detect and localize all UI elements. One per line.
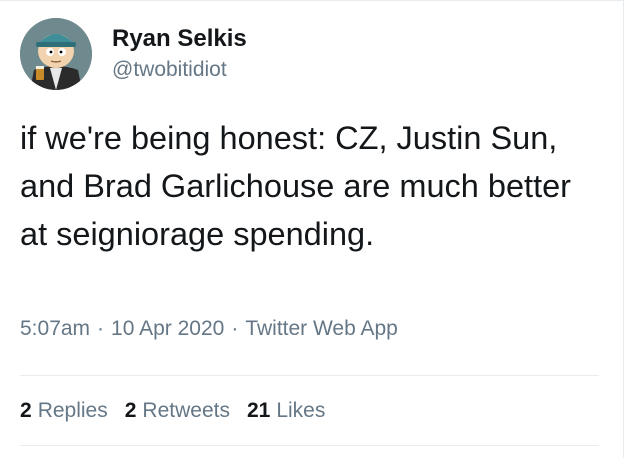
retweets-label: Retweets bbox=[142, 399, 230, 422]
author-name[interactable]: Ryan Selkis bbox=[112, 25, 247, 53]
tweet-date[interactable]: 10 Apr 2020 bbox=[111, 317, 224, 341]
replies-label: Replies bbox=[37, 399, 108, 422]
meta-separator: · bbox=[97, 317, 105, 340]
tweet-source[interactable]: Twitter Web App bbox=[245, 317, 398, 341]
likes-label: Likes bbox=[276, 399, 326, 422]
likes-stat[interactable]: 21 Likes bbox=[247, 399, 325, 423]
author-avatar[interactable] bbox=[20, 18, 92, 90]
tweet-card: Ryan Selkis @twobitidiot if we're being … bbox=[0, 0, 624, 458]
divider bbox=[20, 375, 599, 376]
author-handle[interactable]: @twobitidiot bbox=[112, 58, 227, 82]
cartoon-avatar-icon bbox=[20, 18, 92, 90]
replies-stat[interactable]: 2 Replies bbox=[20, 399, 108, 423]
tweet-meta: 5:07am · 10 Apr 2020 · Twitter Web App bbox=[20, 315, 398, 343]
meta-separator: · bbox=[231, 317, 239, 340]
likes-count: 21 bbox=[246, 399, 271, 422]
tweet-time[interactable]: 5:07am bbox=[20, 317, 90, 341]
tweet-text: if we're being honest: CZ, Justin Sun, a… bbox=[20, 120, 571, 252]
retweets-count: 2 bbox=[124, 399, 137, 422]
tweet-stats: 2 Replies 2 Retweets 21 Likes bbox=[20, 397, 342, 425]
divider bbox=[20, 445, 599, 446]
replies-count: 2 bbox=[20, 399, 32, 422]
retweets-stat[interactable]: 2 Retweets bbox=[125, 399, 230, 423]
